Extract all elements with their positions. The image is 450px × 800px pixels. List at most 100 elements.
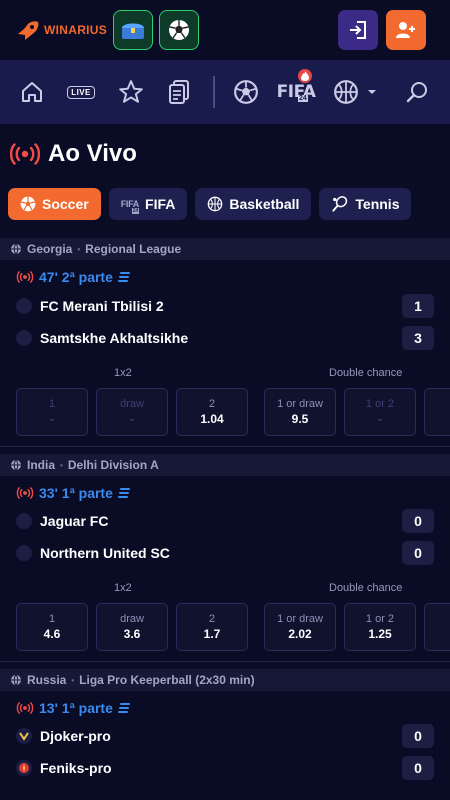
market-label-double-chance: Double chance (329, 367, 403, 379)
odd-button-1[interactable]: 1- (16, 388, 88, 436)
fifa-year: 24 (298, 95, 308, 102)
treasure-chest-promo-button[interactable] (113, 10, 154, 50)
chip-fifa[interactable]: FIFA 24 FIFA (108, 188, 188, 220)
fifa-icon: FIFA 24 (121, 199, 139, 214)
team-row-home[interactable]: FC Merani Tbilisi 2 1 (16, 294, 434, 318)
team-crest-icon (16, 330, 32, 346)
match-time: 13' 1ª parte (16, 700, 130, 716)
team-name: Feniks-pro (40, 760, 112, 776)
chevron-down-icon (368, 90, 376, 94)
odd-label: 1 or 2 (365, 613, 395, 625)
odd-button-1-or-2[interactable]: 1 or 2 - (344, 388, 416, 436)
odd-value: 1.04 (200, 412, 224, 426)
phoenix-crest-icon (19, 763, 29, 773)
chip-basketball[interactable]: Basketball (195, 188, 312, 220)
nav-live[interactable]: LIVE (66, 78, 96, 106)
odd-value: 1.7 (203, 627, 221, 641)
basketball-icon (334, 80, 358, 104)
team-row-away[interactable]: Feniks-pro 0 (16, 756, 434, 780)
team-name: FC Merani Tbilisi 2 (40, 298, 164, 314)
page-title: Ao Vivo (48, 140, 137, 167)
chip-label: FIFA (145, 196, 176, 212)
odd-button-2[interactable]: 2 1.7 (176, 603, 248, 651)
league-country: Russia (27, 673, 67, 687)
match-time: 33' 1ª parte (16, 485, 130, 501)
odd-button-draw[interactable]: draw 3.6 (96, 603, 168, 651)
sport-filter-chips: Soccer FIFA 24 FIFA Basketball Tennis (8, 188, 412, 220)
team-name: Samtskhe Akhaltsikhe (40, 330, 189, 346)
odd-button-1[interactable]: 1 4.6 (16, 603, 88, 651)
market-label-1x2: 1x2 (114, 582, 132, 594)
league-header[interactable]: Georgia • Regional League (0, 238, 450, 260)
team-score: 0 (402, 541, 434, 565)
nav-separator (213, 76, 215, 108)
separator-dot: • (77, 244, 81, 254)
odd-button-overflow[interactable] (424, 603, 450, 651)
live-label: LIVE (67, 85, 95, 99)
live-broadcast-icon (16, 271, 34, 283)
league-header[interactable]: Russia • Liga Pro Keeperball (2x30 min) (0, 669, 450, 691)
odd-label: 1 (48, 398, 56, 410)
team-row-home[interactable]: Jaguar FC 0 (16, 509, 434, 533)
match-divider (0, 446, 450, 447)
odd-value: - (50, 412, 54, 426)
team-score: 0 (402, 756, 434, 780)
odd-label: 1 or draw (277, 613, 323, 625)
odd-value: 9.5 (291, 412, 309, 426)
chip-tennis[interactable]: Tennis (319, 188, 412, 220)
team-name: Northern United SC (40, 545, 170, 561)
odd-button-1-or-draw[interactable]: 1 or draw 9.5 (264, 388, 336, 436)
team-row-away[interactable]: Northern United SC 0 (16, 541, 434, 565)
odd-label: draw (120, 398, 144, 410)
live-broadcast-icon (16, 487, 34, 499)
winarius-logo[interactable]: WINARIUS (16, 20, 107, 40)
team-crest-icon (16, 545, 32, 561)
odd-label: 1 (48, 613, 56, 625)
nav-favorites[interactable] (117, 78, 145, 106)
team-crest-icon (16, 728, 32, 744)
odd-button-2[interactable]: 2 1.04 (176, 388, 248, 436)
odd-value: 4.6 (43, 627, 61, 641)
betslip-icon (169, 80, 189, 104)
chip-label: Soccer (42, 196, 89, 212)
chip-soccer[interactable]: Soccer (8, 188, 101, 220)
separator-dot: • (60, 460, 63, 470)
fire-badge-icon (298, 69, 312, 83)
team-crest-icon (16, 513, 32, 529)
chip-label: Tennis (355, 196, 400, 212)
nav-betslip[interactable] (165, 78, 193, 106)
globe-icon (11, 243, 21, 255)
live-broadcast-icon (10, 143, 40, 165)
match-time-text: 33' 1ª parte (39, 485, 113, 501)
login-icon (350, 21, 366, 39)
register-button[interactable] (386, 10, 426, 50)
odd-label: 1 or draw (277, 398, 323, 410)
odd-button-draw[interactable]: draw - (96, 388, 168, 436)
odd-button-1-or-2[interactable]: 1 or 2 1.25 (344, 603, 416, 651)
page-title-row: Ao Vivo (10, 140, 137, 168)
soccer-promo-button[interactable] (159, 10, 200, 50)
league-name: Delhi Division A (67, 458, 159, 472)
team-name: Djoker-pro (40, 728, 111, 744)
login-button[interactable] (338, 10, 378, 50)
star-icon (119, 80, 143, 103)
odd-button-1-or-draw[interactable]: 1 or draw 2.02 (264, 603, 336, 651)
nav-soccer[interactable] (232, 78, 260, 106)
team-row-away[interactable]: Samtskhe Akhaltsikhe 3 (16, 326, 434, 350)
nav-fifa[interactable]: FIFA 24 (277, 69, 316, 106)
nav-more-sports[interactable] (330, 78, 380, 106)
odd-button-overflow[interactable] (424, 388, 450, 436)
team-crest-icon (16, 298, 32, 314)
stats-icon (117, 488, 130, 498)
team-score: 0 (402, 724, 434, 748)
rocket-icon (18, 21, 39, 40)
team-score: 0 (402, 509, 434, 533)
team-score: 1 (402, 294, 434, 318)
nav-home[interactable] (18, 78, 46, 106)
nav-search[interactable] (404, 78, 432, 106)
odd-value: 3.6 (123, 627, 141, 641)
soccer-ball-icon (234, 80, 258, 104)
league-header[interactable]: India • Delhi Division A (0, 454, 450, 476)
sports-nav-bar: LIVE FIFA 24 (0, 60, 450, 124)
team-row-home[interactable]: Djoker-pro 0 (16, 724, 434, 748)
